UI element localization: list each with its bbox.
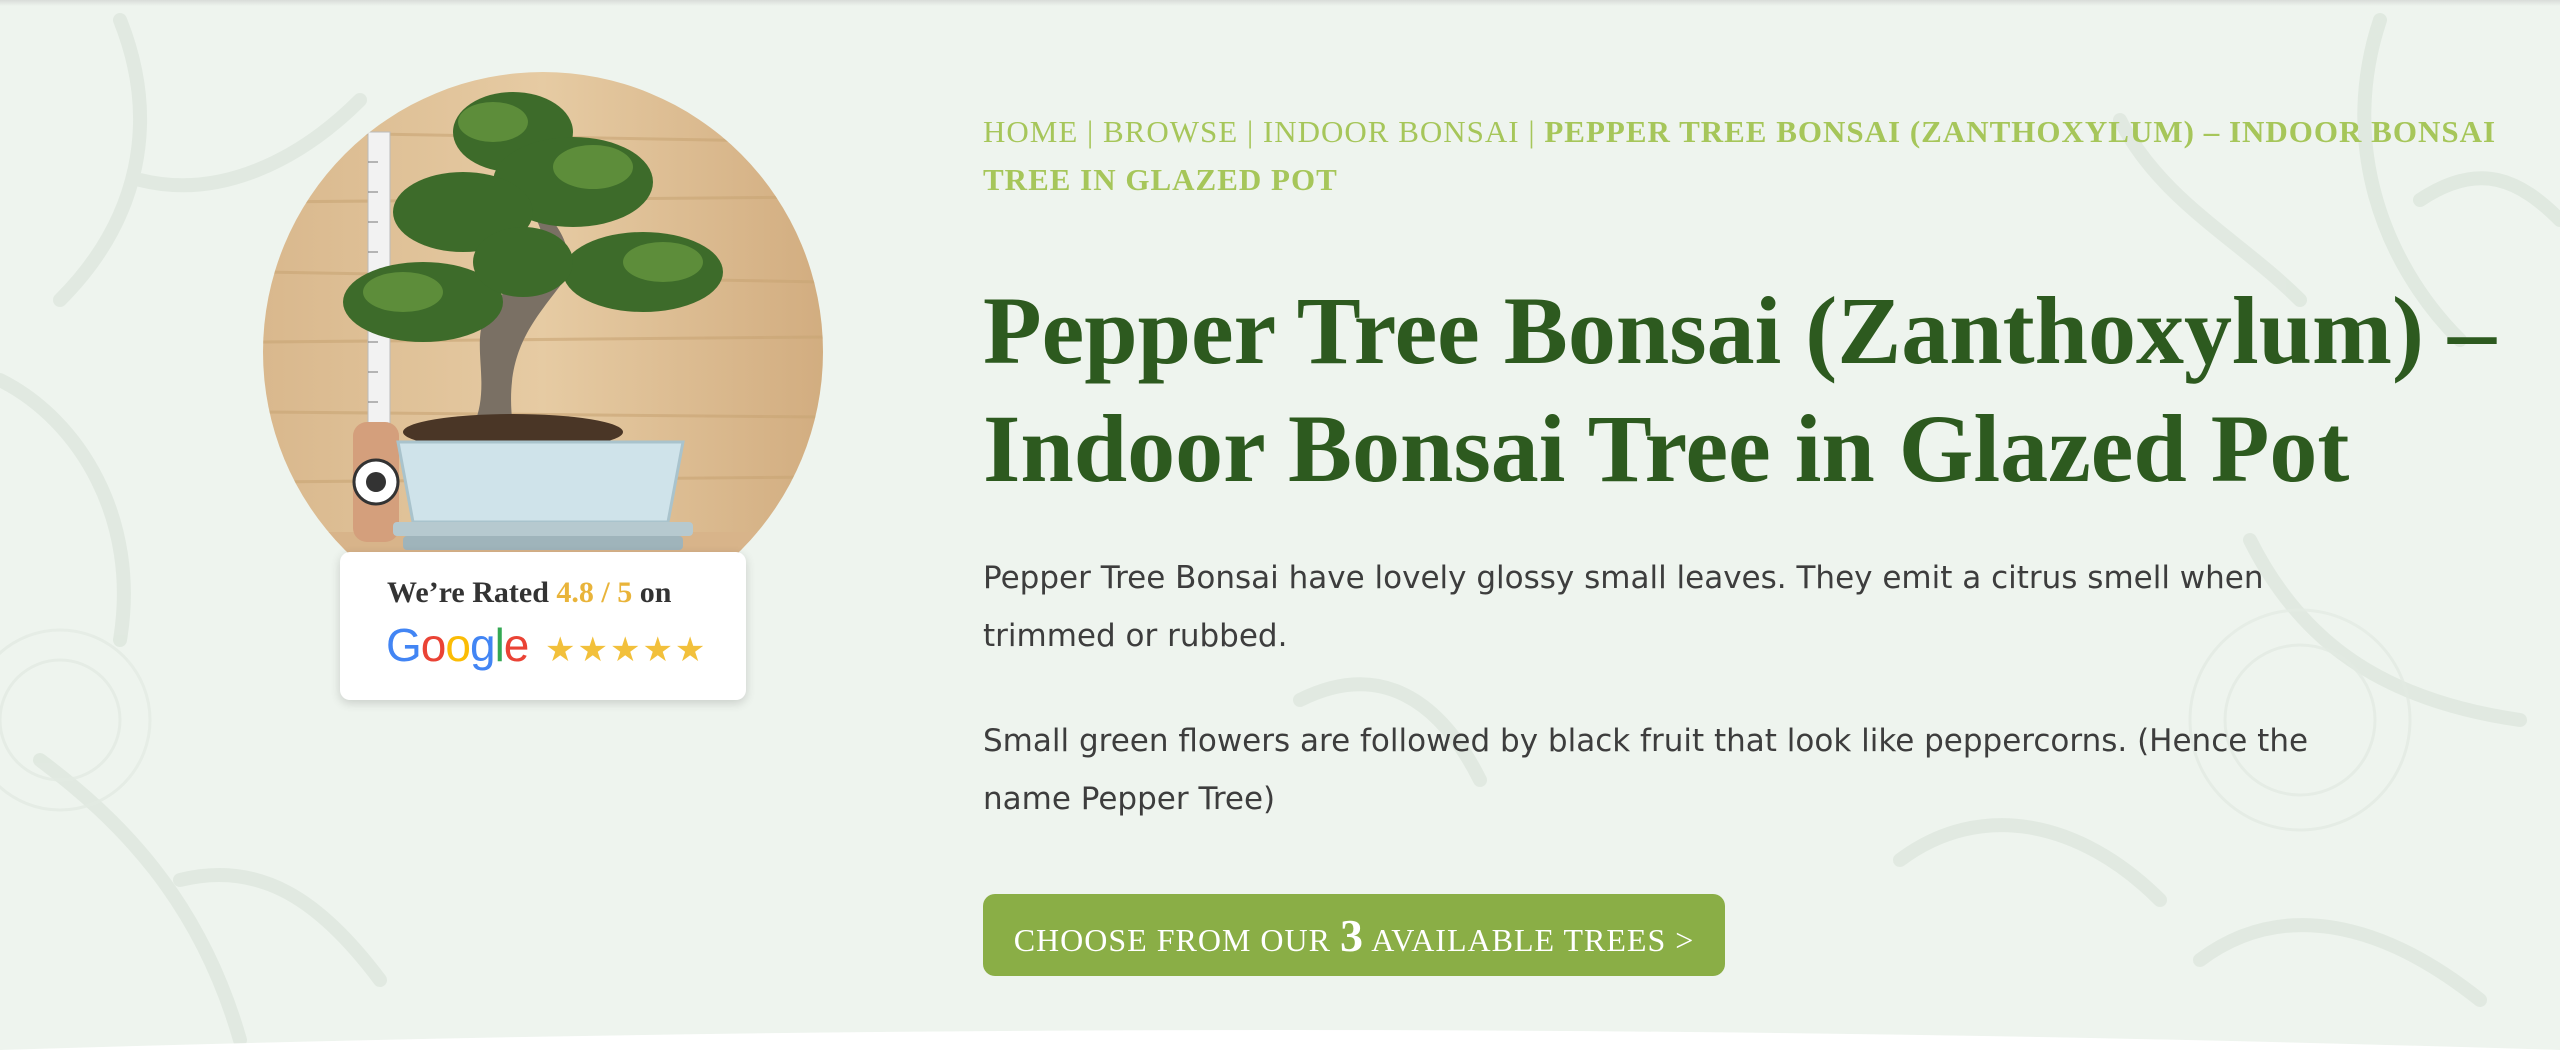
- bonsai-tree-photo: [263, 72, 823, 632]
- google-logo-letter: o: [445, 619, 471, 671]
- google-logo-letter: o: [420, 619, 447, 671]
- google-logo-letter: G: [386, 619, 422, 671]
- rating-stars: ★★★★★: [545, 630, 708, 670]
- bottom-wave-divider: [0, 1030, 2560, 1050]
- rating-text: We’re Rated 4.8 / 5 on: [387, 576, 671, 610]
- cta-text-after: AVAILABLE TREES >: [1371, 922, 1695, 958]
- choose-trees-button[interactable]: CHOOSE FROM OUR 3 AVAILABLE TREES >: [983, 894, 1725, 976]
- page-title-line-2: Indoor Bonsai Tree in Glazed Pot: [983, 395, 2350, 502]
- product-image: [263, 72, 823, 632]
- cta-text-before: CHOOSE FROM OUR: [1013, 922, 1331, 958]
- breadcrumb-home[interactable]: HOME: [983, 114, 1078, 149]
- breadcrumb-separator: |: [1087, 114, 1095, 149]
- google-logo-letter: g: [469, 619, 496, 671]
- available-count: 3: [1339, 910, 1364, 961]
- breadcrumb-separator: |: [1528, 114, 1536, 149]
- google-logo-letter: l: [494, 619, 505, 671]
- breadcrumb: HOME | BROWSE | INDOOR BONSAI | PEPPER T…: [983, 108, 2503, 204]
- rating-score: 4.8 / 5: [556, 576, 633, 609]
- page-title: Pepper Tree Bonsai (Zanthoxylum) – Indoor…: [983, 272, 2523, 508]
- product-description-2: Small green flowers are followed by blac…: [983, 723, 2309, 817]
- breadcrumb-browse[interactable]: BROWSE: [1103, 114, 1238, 149]
- google-logo: Google: [386, 618, 530, 672]
- rating-suffix: on: [639, 576, 672, 609]
- google-logo-letter: e: [503, 619, 530, 671]
- rating-prefix: We’re Rated: [387, 576, 549, 609]
- google-rating-card[interactable]: We’re Rated 4.8 / 5 on Google ★★★★★: [340, 552, 746, 700]
- page-title-line-1: Pepper Tree Bonsai (Zanthoxylum) –: [983, 277, 2496, 384]
- breadcrumb-indoor-bonsai[interactable]: INDOOR BONSAI: [1263, 114, 1520, 149]
- product-description-1: Pepper Tree Bonsai have lovely glossy sm…: [983, 560, 2264, 654]
- breadcrumb-separator: |: [1246, 114, 1255, 149]
